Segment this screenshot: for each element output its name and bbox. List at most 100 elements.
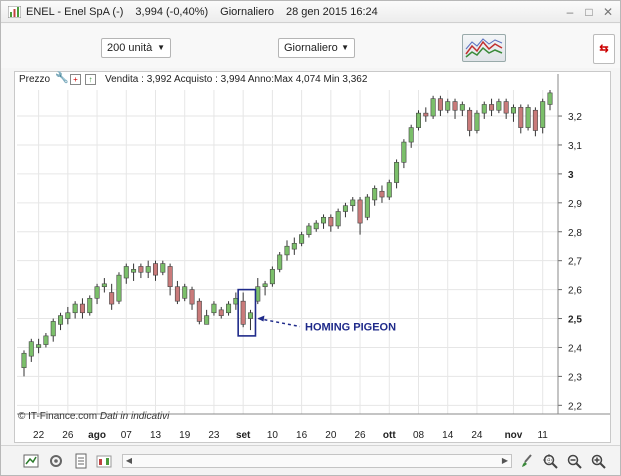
candle-up <box>445 101 451 111</box>
annotation-arrow-line <box>258 317 301 328</box>
candle-up <box>496 101 502 111</box>
zoom-in-icon[interactable] <box>590 453 606 469</box>
candle-up <box>459 104 465 111</box>
candle-down <box>79 303 85 314</box>
units-select[interactable]: 200 unità ▼ <box>101 38 171 58</box>
candle-up <box>247 312 253 319</box>
candles-icon[interactable] <box>96 453 112 469</box>
candle-up <box>65 312 71 319</box>
chart-panel: Prezzo 🔧 + ↑ Vendita : 3,992 Acquisto : … <box>14 71 611 443</box>
candle-down <box>196 300 202 322</box>
x-tick-label: ago <box>88 430 106 441</box>
candle-down <box>379 190 385 198</box>
candle-up <box>101 283 107 288</box>
annotation-label: HOMING PIGEON <box>305 322 396 334</box>
x-tick-label: 20 <box>325 430 337 441</box>
candle-up <box>415 112 421 128</box>
indicators-button[interactable] <box>462 34 506 62</box>
y-tick-label: 2,8 <box>568 228 582 239</box>
candle-up <box>182 286 188 299</box>
zoom-out-icon[interactable] <box>566 453 582 469</box>
candle-down <box>357 199 363 224</box>
candle-up <box>510 107 516 114</box>
candle-up <box>291 243 297 250</box>
x-tick-label: nov <box>505 430 523 441</box>
y-tick-label: 2,5 <box>568 315 582 326</box>
candle-down <box>240 300 246 325</box>
scroll-right-icon[interactable]: ▶ <box>499 455 511 467</box>
chart-scrollbar[interactable]: ◀ ▶ <box>122 454 512 468</box>
title-period: Giornaliero <box>220 6 274 18</box>
candle-down <box>423 112 429 117</box>
indicator-chart-icon <box>465 38 503 58</box>
x-tick-label: 13 <box>150 430 162 441</box>
x-tick-label: 19 <box>179 430 191 441</box>
x-tick-label: 24 <box>471 430 483 441</box>
candle-up <box>131 269 137 273</box>
x-tick-label: 08 <box>413 430 425 441</box>
candle-up <box>28 341 34 357</box>
y-tick-label: 2,2 <box>568 401 582 412</box>
period-select[interactable]: Giornaliero ▼ <box>278 38 355 58</box>
candle-up <box>342 205 348 212</box>
brush-icon[interactable] <box>519 453 535 469</box>
candle-up <box>313 222 319 230</box>
y-tick-label: 2,3 <box>568 372 582 383</box>
toolbar: 200 unità ▼ Giornaliero ▼ ⇆ <box>1 24 620 68</box>
candle-up <box>72 303 78 314</box>
candle-up <box>94 286 100 299</box>
candle-down <box>109 292 115 305</box>
x-tick-label: 23 <box>208 430 220 441</box>
candle-up <box>226 303 232 314</box>
candle-up <box>116 274 122 302</box>
title-price: 3,994 (-0,40%) <box>135 6 209 18</box>
candlestick-chart[interactable]: 3,2 3,1 3 2,9 2,8 2,7 2,6 2,5 2,4 2,3 2,2 22 26 ago 07… <box>15 72 610 442</box>
y-tick-label: 2,7 <box>568 257 582 268</box>
share-arrow-icon[interactable]: ⇆ <box>593 34 615 64</box>
watermark: © IT-Finance.com Dati in indicativi <box>18 411 169 422</box>
watermark-note: Dati in indicativi <box>99 411 170 422</box>
title-name: ENEL - Enel SpA (-) <box>26 6 124 18</box>
x-tick-label: 14 <box>442 430 454 441</box>
candle-down <box>518 107 524 128</box>
document-icon[interactable] <box>73 453 89 469</box>
candle-down <box>452 101 458 111</box>
close-button[interactable]: ✕ <box>600 4 616 20</box>
x-tick-label: 07 <box>121 430 133 441</box>
crosshair-zoom-icon[interactable] <box>542 453 558 469</box>
candle-down <box>328 216 334 227</box>
candle-up <box>58 315 64 325</box>
candle-up <box>540 101 546 128</box>
candle-up <box>284 245 290 256</box>
candle-down <box>218 309 224 316</box>
y-tick-label: 2,4 <box>568 343 582 354</box>
app-chart-icon <box>8 6 21 18</box>
candle-up <box>474 112 480 131</box>
candle-up <box>350 199 356 207</box>
x-tick-label: 16 <box>296 430 308 441</box>
units-select-value: 200 unità <box>107 42 153 54</box>
candle-down <box>167 266 173 288</box>
watermark-source: © IT-Finance.com <box>18 411 98 422</box>
candle-up <box>408 127 414 143</box>
title-bar: ENEL - Enel SpA (-) 3,994 (-0,40%) Giornal… <box>1 1 620 23</box>
x-tick-label: 26 <box>62 430 74 441</box>
candle-up <box>87 297 93 314</box>
scroll-left-icon[interactable]: ◀ <box>123 455 135 467</box>
x-tick-label: 22 <box>33 430 45 441</box>
y-tick-label: 3 <box>568 170 574 181</box>
candle-up <box>211 303 217 314</box>
candle-up <box>299 234 305 244</box>
candle-down <box>174 286 180 302</box>
settings-icon[interactable] <box>48 453 64 469</box>
y-tick-label: 3,1 <box>568 141 582 152</box>
candle-down <box>532 109 538 131</box>
x-tick-label: 11 <box>537 430 548 441</box>
drawing-tools-icon[interactable] <box>23 453 39 469</box>
period-select-value: Giornaliero <box>284 42 338 54</box>
title-date: 28 gen 2015 16:24 <box>285 6 378 18</box>
candle-up <box>364 196 370 218</box>
minimize-button[interactable]: – <box>562 4 578 20</box>
maximize-button[interactable]: □ <box>581 4 597 20</box>
bottom-toolbar: ◀ ▶ <box>1 445 620 475</box>
